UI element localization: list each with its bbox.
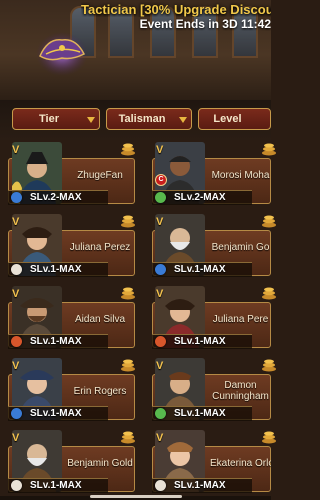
tier-dropdown-label: Tier (39, 113, 59, 125)
level-dropdown-label: Level (213, 113, 242, 125)
skill-orb-icon (155, 336, 166, 347)
talisman-dropdown[interactable]: Talisman (106, 108, 192, 130)
filter-bar: Tier Talisman Level (0, 100, 271, 140)
level-bar: SLv.1-MAX (152, 478, 252, 493)
hero-name: Ekaterina Orlo (210, 458, 271, 469)
talisman-hat-icon (36, 32, 88, 76)
skill-orb-icon (155, 264, 166, 275)
captain-badge: C (155, 174, 167, 186)
home-indicator[interactable] (90, 495, 182, 498)
hero-card-morosi[interactable]: V C Morosi Moha SLv.2-MAX (0, 140, 276, 208)
skill-level: SLv.1-MAX (174, 336, 226, 347)
hero-card-benjamin-go[interactable]: V Benjamin Go SLv.1-MAX (0, 212, 276, 280)
level-bar: SLv.2-MAX (152, 190, 252, 205)
tier-mark: V (156, 144, 164, 156)
coin-stack-icon (262, 431, 276, 444)
tier-mark: V (156, 360, 164, 372)
chevron-down-icon (87, 117, 95, 123)
skill-orb-icon (155, 408, 166, 419)
coin-stack-icon (262, 215, 276, 228)
level-dropdown[interactable]: Level (198, 108, 271, 130)
hero-card-damon-cunningham[interactable]: V Damon Cunningham SLv.1-MAX (0, 356, 276, 424)
hero-card-ekaterina-orlo[interactable]: V Ekaterina Orlo SLv.1-MAX (0, 428, 276, 496)
level-bar: SLv.1-MAX (152, 334, 252, 349)
hero-name: Morosi Moha (211, 170, 270, 181)
event-banner: Tactician [30% Upgrade Discou Event Ends… (0, 0, 271, 100)
level-bar: SLv.1-MAX (152, 262, 252, 277)
hero-grid: V ZhugeFan SLv.2-MAX V C Morosi Moha SLv… (0, 140, 276, 500)
coin-stack-icon (262, 359, 276, 372)
coin-stack-icon (262, 287, 276, 300)
skill-level: SLv.1-MAX (174, 408, 226, 419)
talisman-dropdown-label: Talisman (118, 113, 166, 125)
skill-level: SLv.1-MAX (174, 480, 226, 491)
skill-orb-icon (155, 192, 166, 203)
hero-name: Damon Cunningham (212, 380, 269, 402)
skill-level: SLv.2-MAX (174, 192, 226, 203)
tier-mark: V (156, 216, 164, 228)
hero-card-juliana-pere[interactable]: V Juliana Pere SLv.1-MAX (0, 284, 276, 352)
tier-mark: V (156, 432, 164, 444)
hero-name: Juliana Pere (212, 314, 269, 325)
skill-level: SLv.1-MAX (174, 264, 226, 275)
coin-stack-icon (262, 143, 276, 156)
skill-orb-icon (155, 480, 166, 491)
hero-name: Benjamin Go (211, 242, 270, 253)
level-bar: SLv.1-MAX (152, 406, 252, 421)
event-title: Tactician [30% Upgrade Discou (81, 2, 271, 17)
tier-mark: V (156, 288, 164, 300)
event-timer: Event Ends in 3D 11:42 (139, 17, 271, 31)
chevron-down-icon (179, 117, 187, 123)
tier-dropdown[interactable]: Tier (12, 108, 100, 130)
